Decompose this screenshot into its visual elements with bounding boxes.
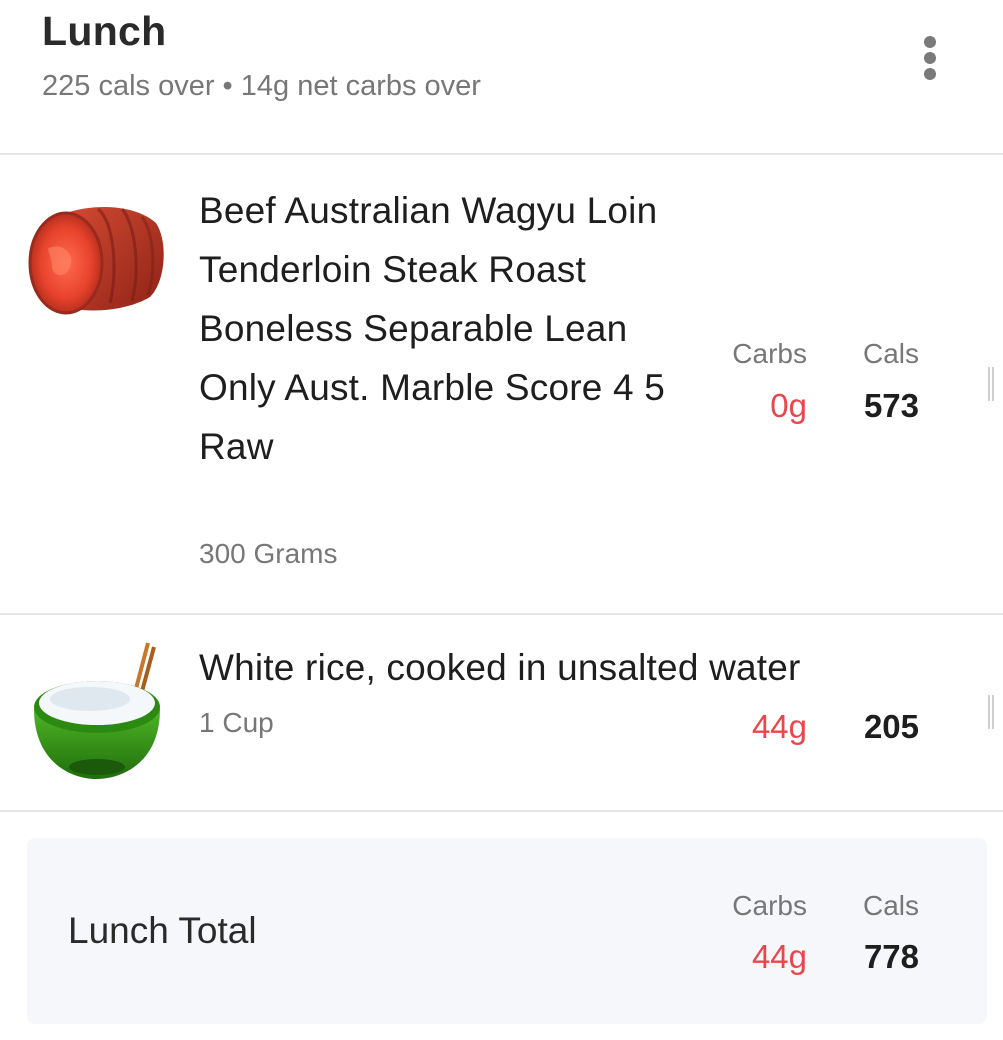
beef-steak-icon: [28, 207, 164, 315]
food-name: Beef Australian Wagyu Loin Tenderloin St…: [199, 190, 666, 467]
meal-summary: 225 cals over • 14g net carbs over: [42, 70, 481, 102]
food-name: White rice, cooked in unsalted water: [199, 647, 801, 688]
food-carbs-value: 0g: [770, 387, 807, 424]
food-serving: 1 Cup: [199, 707, 274, 738]
rice-bowl-icon: [34, 642, 160, 779]
food-carbs-value: 44g: [751, 708, 807, 745]
food-cals-value: 573: [863, 387, 919, 424]
carbs-column-label: Carbs: [732, 338, 807, 369]
food-item-row[interactable]: White rice, cooked in unsalted water 1 C…: [0, 615, 1003, 812]
total-carbs-value: 44g: [751, 938, 807, 975]
cals-column-label: Cals: [862, 338, 919, 369]
food-serving: 300 Grams: [199, 538, 338, 569]
carbs-column-label: Carbs: [732, 890, 807, 921]
total-cals-value: 778: [863, 938, 919, 975]
food-cals-value: 205: [863, 708, 919, 745]
food-item-row[interactable]: Beef Australian Wagyu Loin Tenderloin St…: [0, 155, 1003, 615]
total-label: Lunch Total: [68, 910, 257, 951]
meal-title: Lunch: [42, 8, 167, 54]
meal-header: Lunch 225 cals over • 14g net carbs over: [0, 0, 1003, 155]
drag-handle-icon[interactable]: [988, 695, 994, 729]
meal-total-card: Lunch Total Carbs Cals 44g 778: [27, 838, 987, 1024]
drag-handle-icon[interactable]: [988, 367, 994, 401]
cals-column-label: Cals: [862, 890, 919, 921]
more-options-icon[interactable]: [912, 30, 948, 86]
